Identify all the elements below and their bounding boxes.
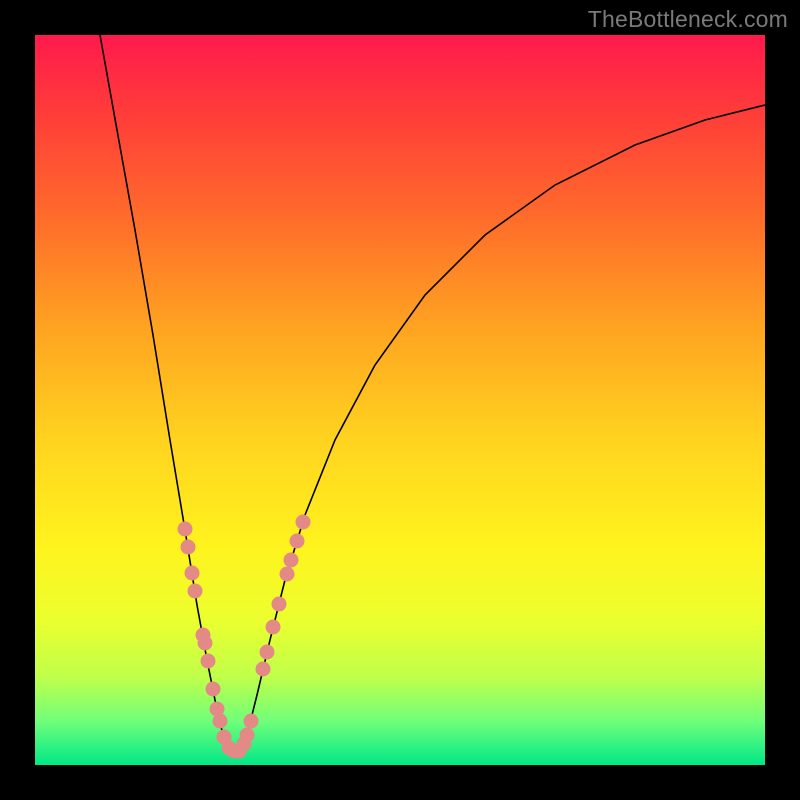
- data-dot: [290, 534, 305, 549]
- data-dot: [181, 540, 196, 555]
- data-dot: [296, 515, 311, 530]
- data-dot: [188, 584, 203, 599]
- chart-svg: [35, 35, 765, 765]
- data-dot: [178, 522, 193, 537]
- data-dot: [260, 645, 275, 660]
- data-dot: [198, 636, 213, 651]
- data-dot: [206, 682, 221, 697]
- data-dot: [244, 714, 259, 729]
- data-dots: [178, 515, 311, 759]
- data-dot: [201, 654, 216, 669]
- data-dot: [240, 728, 255, 743]
- data-dot: [280, 567, 295, 582]
- data-dot: [266, 620, 281, 635]
- data-dot: [272, 597, 287, 612]
- data-dot: [213, 714, 228, 729]
- bottleneck-chart: [35, 35, 765, 765]
- data-dot: [284, 553, 299, 568]
- data-dot: [256, 662, 271, 677]
- data-dot: [185, 566, 200, 581]
- watermark-text: TheBottleneck.com: [588, 6, 788, 33]
